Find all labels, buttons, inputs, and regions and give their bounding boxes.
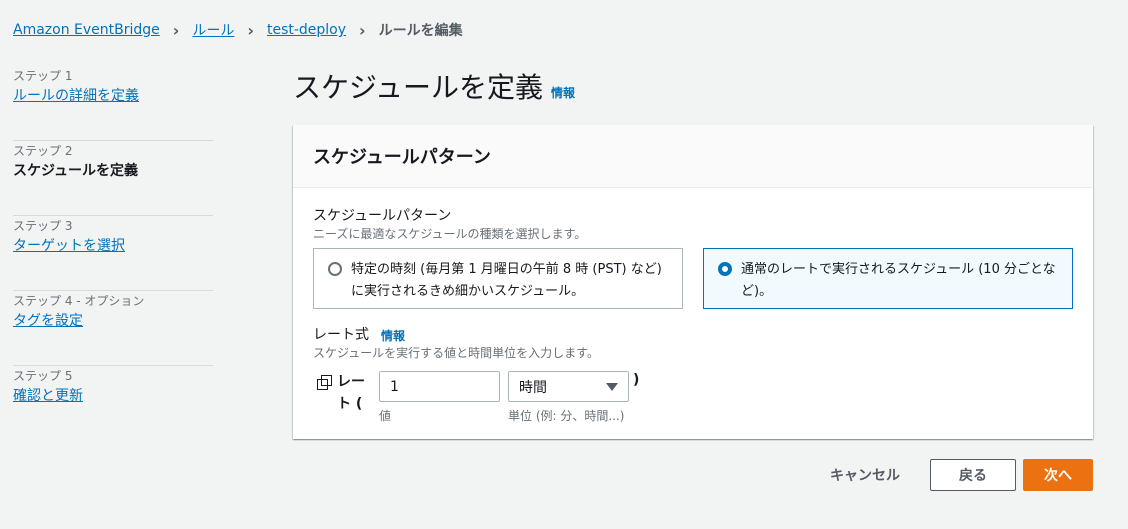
rate-expression-label: レート式 [313, 327, 369, 343]
step-link-configure-tags[interactable]: タグを設定 [13, 310, 213, 332]
step-link-define-rule[interactable]: ルールの詳細を定義 [13, 85, 213, 107]
step-2: ステップ 2 スケジュールを定義 [13, 141, 213, 216]
breadcrumb-eventbridge[interactable]: Amazon EventBridge [13, 22, 160, 38]
chevron-right-icon: › [247, 20, 254, 40]
caret-down-icon [606, 382, 618, 391]
step-current-define-schedule: スケジュールを定義 [13, 163, 139, 179]
rate-unit-value: 時間 [519, 379, 547, 396]
chevron-right-icon: › [359, 20, 366, 40]
tile-label: 通常のレートで実行されるスケジュール (10 分ごとなど)。 [741, 262, 1056, 299]
schedule-pattern-description: ニーズに最適なスケジュールの種類を選択します。 [313, 227, 587, 241]
rate-unit-group: 時間 単位 (例: 分、時間...) [508, 371, 629, 424]
rate-prefix: レート ( [313, 371, 379, 415]
breadcrumb-rules[interactable]: ルール [192, 20, 234, 40]
rate-expression-label-row: レート式 情報 [313, 325, 1073, 345]
step-number: ステップ 1 [13, 69, 73, 83]
schedule-pattern-container: スケジュールパターン スケジュールパターン ニーズに最適なスケジュールの種類を選… [293, 125, 1093, 439]
rate-unit-hint: 単位 (例: 分、時間...) [508, 409, 625, 423]
step-number: ステップ 5 [13, 369, 73, 383]
step-4: ステップ 4 - オプション タグを設定 [13, 291, 213, 366]
info-link[interactable]: 情報 [551, 84, 575, 101]
rate-value-hint: 値 [379, 409, 392, 423]
breadcrumb-current: ルールを編集 [378, 23, 463, 39]
breadcrumb-test-deploy[interactable]: test-deploy [267, 22, 346, 38]
wizard-steps: ステップ 1 ルールの詳細を定義 ステップ 2 スケジュールを定義 ステップ 3… [13, 66, 213, 441]
cancel-button[interactable]: キャンセル [830, 465, 900, 485]
schedule-type-tiles: 特定の時刻 (毎月第 1 月曜日の午前 8 時 (PST) など) に実行される… [313, 248, 1073, 309]
rate-value-input[interactable] [379, 371, 500, 402]
next-button[interactable]: 次へ [1023, 459, 1093, 491]
breadcrumb: Amazon EventBridge › ルール › test-deploy ›… [13, 19, 463, 41]
container-header: スケジュールパターン [293, 125, 1093, 188]
page-header: スケジュールを定義 情報 [293, 66, 575, 106]
rate-suffix: ) [633, 372, 640, 388]
step-3: ステップ 3 ターゲットを選択 [13, 216, 213, 291]
radio-button-selected[interactable] [718, 262, 732, 276]
radio-button[interactable] [328, 262, 342, 276]
container-title: スケジュールパターン [313, 147, 491, 168]
step-link-review-update[interactable]: 確認と更新 [13, 385, 213, 407]
tile-label: 特定の時刻 (毎月第 1 月曜日の午前 8 時 (PST) など) に実行される… [351, 262, 662, 299]
rate-expression-row: レート ( 値 時間 単位 (例: 分、時間...) ) [313, 371, 1073, 424]
copy-icon[interactable] [317, 375, 332, 390]
tile-regular-rate-schedule[interactable]: 通常のレートで実行されるスケジュール (10 分ごとなど)。 [703, 248, 1073, 309]
schedule-pattern-label: スケジュールパターン [313, 208, 452, 224]
step-number: ステップ 3 [13, 219, 73, 233]
back-button[interactable]: 戻る [930, 459, 1016, 491]
step-number: ステップ 2 [13, 144, 73, 158]
step-5: ステップ 5 確認と更新 [13, 366, 213, 441]
rate-unit-select[interactable]: 時間 [508, 371, 629, 402]
step-number: ステップ 4 - オプション [13, 294, 145, 308]
rate-value-group: 値 [379, 371, 500, 424]
rate-expression-field: レート式 情報 スケジュールを実行する値と時間単位を入力します。 レート ( 値… [313, 325, 1073, 424]
rate-expression-description: スケジュールを実行する値と時間単位を入力します。 [313, 346, 599, 360]
rate-info-link[interactable]: 情報 [381, 327, 405, 344]
wizard-footer: キャンセル 戻る 次へ [830, 459, 1093, 491]
rate-prefix-text: レート ( [337, 374, 365, 412]
chevron-right-icon: › [172, 20, 180, 40]
step-1: ステップ 1 ルールの詳細を定義 [13, 66, 213, 141]
page-title: スケジュールを定義 [293, 71, 544, 104]
container-body: スケジュールパターン ニーズに最適なスケジュールの種類を選択します。 特定の時刻… [293, 188, 1093, 442]
step-link-select-target[interactable]: ターゲットを選択 [13, 235, 213, 257]
tile-fine-grained-schedule[interactable]: 特定の時刻 (毎月第 1 月曜日の午前 8 時 (PST) など) に実行される… [313, 248, 683, 309]
